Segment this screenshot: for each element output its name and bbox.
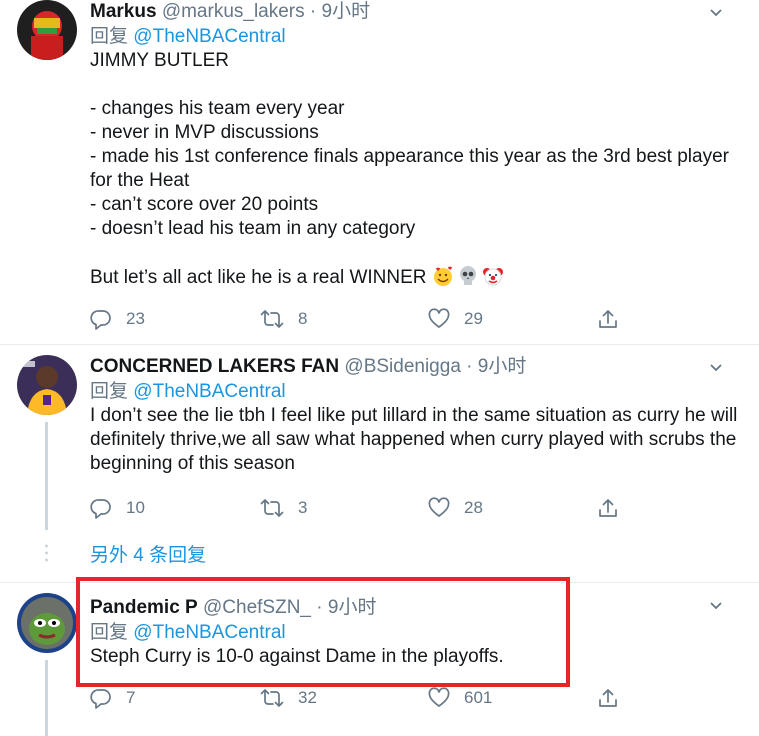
retweet-count: 32 xyxy=(298,688,317,707)
display-name[interactable]: Markus xyxy=(90,1,157,22)
like-button[interactable]: 29 xyxy=(428,306,483,332)
display-name[interactable]: Pandemic P xyxy=(90,597,198,618)
reply-icon xyxy=(90,687,112,709)
reply-count: 10 xyxy=(126,498,145,517)
avatar-concerned-lakers-fan[interactable] xyxy=(17,355,77,415)
reply-context: 回复 @TheNBACentral xyxy=(90,621,739,645)
retweet-icon xyxy=(260,497,284,519)
retweet-icon xyxy=(260,308,284,330)
reply-prefix: 回复 xyxy=(90,26,129,47)
reply-context: 回复 @TheNBACentral xyxy=(90,380,739,404)
like-icon xyxy=(428,687,450,709)
like-icon xyxy=(428,497,450,519)
clown-face-icon xyxy=(482,265,504,287)
skull-icon xyxy=(457,265,479,287)
reply-button[interactable]: 10 xyxy=(90,495,145,521)
reply-count: 7 xyxy=(126,688,136,707)
reply-icon xyxy=(90,497,112,519)
reply-count: 23 xyxy=(126,309,145,328)
separator-dot: · xyxy=(466,356,473,377)
reply-prefix: 回复 xyxy=(90,381,129,402)
tweet-header: CONCERNED LAKERS FAN @BSidenigga · 9小时 xyxy=(90,355,739,379)
avatar-pandemic-p[interactable] xyxy=(17,593,77,653)
user-handle[interactable]: @ChefSZN_ xyxy=(203,597,311,618)
timestamp[interactable]: 9小时 xyxy=(322,1,371,22)
thread-line xyxy=(45,660,48,736)
display-name[interactable]: CONCERNED LAKERS FAN xyxy=(90,356,339,377)
like-button[interactable]: 28 xyxy=(428,495,483,521)
tweet-text: I don’t see the lie tbh I feel like put … xyxy=(90,405,743,474)
retweet-count: 3 xyxy=(298,498,308,517)
tweet-actions: 10 3 28 xyxy=(90,495,630,521)
share-button[interactable] xyxy=(597,685,619,711)
tweet-text-content: JIMMY BUTLER - changes his team every ye… xyxy=(90,50,729,288)
like-count: 29 xyxy=(464,309,483,328)
user-handle[interactable]: @BSidenigga xyxy=(344,356,460,377)
share-button[interactable] xyxy=(597,495,619,521)
retweet-button[interactable]: 3 xyxy=(260,495,307,521)
tweet-text: JIMMY BUTLER - changes his team every ye… xyxy=(90,49,739,290)
like-button[interactable]: 601 xyxy=(428,685,492,711)
reply-mention-link[interactable]: @TheNBACentral xyxy=(133,622,285,643)
tweet-1[interactable]: Markus @markus_lakers · 9小时 回复 @TheNBACe… xyxy=(0,0,759,344)
tweet-header: Markus @markus_lakers · 9小时 xyxy=(90,0,739,24)
reply-prefix: 回复 xyxy=(90,622,129,643)
chevron-down-icon[interactable] xyxy=(709,361,723,375)
retweet-count: 8 xyxy=(298,309,308,328)
smiling-face-with-hearts-icon xyxy=(432,265,454,287)
timestamp[interactable]: 9小时 xyxy=(478,356,527,377)
tweet-2[interactable]: CONCERNED LAKERS FAN @BSidenigga · 9小时 回… xyxy=(0,345,759,582)
like-count: 28 xyxy=(464,498,483,517)
reply-button[interactable]: 23 xyxy=(90,306,145,332)
share-icon xyxy=(597,308,619,330)
share-button[interactable] xyxy=(597,306,619,332)
timestamp[interactable]: 9小时 xyxy=(328,597,377,618)
share-icon xyxy=(597,687,619,709)
chevron-down-icon[interactable] xyxy=(709,599,723,613)
share-icon xyxy=(597,497,619,519)
retweet-icon xyxy=(260,687,284,709)
separator-dot: · xyxy=(309,1,317,22)
reply-mention-link[interactable]: @TheNBACentral xyxy=(133,381,285,402)
reply-icon xyxy=(90,308,112,330)
tweet-actions: 7 32 601 xyxy=(90,685,630,711)
tweet-text: Steph Curry is 10-0 against Dame in the … xyxy=(90,646,504,667)
tweet-3[interactable]: Pandemic P @ChefSZN_ · 9小时 回复 @TheNBACen… xyxy=(0,577,759,736)
avatar-markus[interactable] xyxy=(17,0,77,60)
show-more-replies-link[interactable]: 另外 4 条回复 xyxy=(90,544,206,568)
tweet-actions: 23 8 29 xyxy=(90,306,630,332)
thread-line xyxy=(45,422,48,530)
retweet-button[interactable]: 8 xyxy=(260,306,307,332)
like-icon xyxy=(428,308,450,330)
reply-button[interactable]: 7 xyxy=(90,685,135,711)
separator-dot: · xyxy=(316,597,323,618)
reply-context: 回复 @TheNBACentral xyxy=(90,25,739,49)
user-handle[interactable]: @markus_lakers xyxy=(162,1,305,22)
chevron-down-icon[interactable] xyxy=(709,6,723,20)
reply-mention-link[interactable]: @TheNBACentral xyxy=(133,26,285,47)
more-dots-icon xyxy=(45,543,48,563)
like-count: 601 xyxy=(464,688,493,707)
retweet-button[interactable]: 32 xyxy=(260,685,317,711)
tweet-header: Pandemic P @ChefSZN_ · 9小时 xyxy=(90,596,739,620)
